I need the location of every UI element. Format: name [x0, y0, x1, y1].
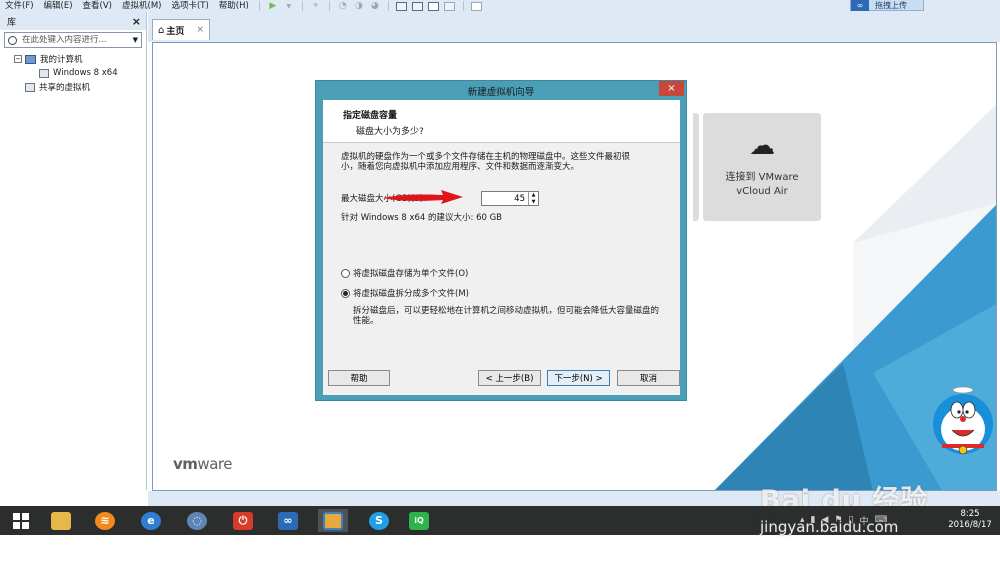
split-files-note: 拆分磁盘后，可以更轻松地在计算机之间移动虚拟机，但可能会降低大容量磁盘的 性能。 — [353, 306, 660, 326]
dialog-titlebar[interactable]: 新建虚拟机向导 × — [316, 81, 686, 100]
library-header: 库 × — [0, 12, 146, 30]
disk-size-stepper[interactable]: ▲ ▼ — [481, 191, 539, 206]
tree-item-windows8[interactable]: Windows 8 x64 — [14, 66, 146, 80]
play-icon[interactable]: ▶ — [267, 1, 279, 11]
cloud-icon: ☁ — [749, 131, 775, 161]
library-view-icon[interactable] — [396, 1, 408, 11]
snapshot-revert-icon[interactable]: ◑ — [353, 1, 365, 11]
radio-split-files[interactable]: 将虚拟磁盘拆分成多个文件(M) — [341, 287, 469, 299]
stepper-down-icon[interactable]: ▼ — [529, 199, 538, 206]
send-keys-icon[interactable]: ⌖ — [310, 1, 322, 11]
unity-icon[interactable] — [444, 1, 456, 11]
tree-item-my-computer[interactable]: − 我的计算机 — [14, 52, 146, 66]
clock-date: 2016/8/17 — [948, 520, 992, 530]
toolbar-separator — [387, 1, 389, 11]
toolbar-separator — [258, 1, 260, 11]
menu-file[interactable]: 文件(F) — [0, 0, 39, 12]
tab-home[interactable]: ⌂ 主页 × — [152, 19, 210, 40]
red-arrow-annotation-icon — [383, 190, 463, 204]
upload-app-taskbar-icon[interactable]: ∞ — [273, 509, 303, 532]
menu-tabs[interactable]: 选项卡(T) — [166, 0, 213, 12]
power-app-icon[interactable]: ⏻ — [228, 509, 258, 532]
radio-single-file[interactable]: 将虚拟磁盘存储为单个文件(O) — [341, 267, 468, 279]
tree-item-label: 我的计算机 — [40, 55, 83, 65]
next-button[interactable]: 下一步(N) > — [547, 370, 610, 386]
shared-vm-icon — [25, 82, 35, 92]
help-button[interactable]: 帮助 — [328, 370, 390, 386]
browser-icon[interactable]: e — [136, 509, 166, 532]
snapshot-manager-icon[interactable]: ◕ — [369, 1, 381, 11]
vmware-logo: vmware — [173, 455, 232, 473]
menu-help[interactable]: 帮助(H) — [214, 0, 254, 12]
wifi-app-icon[interactable]: ≋ — [90, 509, 120, 532]
tab-close-button[interactable]: × — [196, 25, 204, 35]
library-tree: − 我的计算机 Windows 8 x64 共享的虚拟机 — [0, 52, 146, 94]
library-close-button[interactable]: × — [132, 15, 141, 28]
disk-size-input[interactable] — [482, 192, 528, 205]
recommended-size-text: 针对 Windows 8 x64 的建议大小: 60 GB — [341, 213, 503, 223]
upload-app-icon: ∞ — [851, 0, 869, 11]
vcloud-label-line1: 连接到 VMware — [725, 172, 799, 183]
toolbar-separator — [328, 1, 330, 11]
fullscreen-icon[interactable] — [428, 1, 440, 11]
dialog-title: 新建虚拟机向导 — [467, 86, 535, 98]
taskbar-clock[interactable]: 8:25 2016/8/17 — [944, 509, 996, 531]
back-button[interactable]: < 上一步(B) — [478, 370, 541, 386]
doraemon-mascot-icon — [933, 386, 993, 455]
toolbar-separator — [301, 1, 303, 11]
dialog-button-row: 帮助 < 上一步(B) 下一步(N) > 取消 — [323, 370, 680, 395]
windows-start-icon[interactable] — [6, 509, 36, 532]
chevron-down-icon[interactable]: ▼ — [133, 36, 138, 44]
search-icon — [8, 35, 17, 45]
baidu-watermark-url: jingyan.baidu.com — [760, 518, 899, 536]
new-vm-wizard-dialog: 新建虚拟机向导 × 指定磁盘容量 磁盘大小为多少? 虚拟机的硬盘作为一个或多个文… — [315, 80, 687, 401]
toolbar-separator — [462, 1, 464, 11]
screen: { "menubar": { "items": ["文件(F)", "编辑(E)… — [0, 0, 1000, 562]
vm-icon — [39, 68, 49, 78]
cancel-button[interactable]: 取消 — [617, 370, 680, 386]
radio-unchecked-icon[interactable] — [341, 268, 350, 278]
home-icon: ⌂ — [158, 24, 165, 36]
tab-bar: ⌂ 主页 × — [148, 12, 1000, 42]
dialog-header: 指定磁盘容量 磁盘大小为多少? — [323, 100, 680, 143]
menu-edit[interactable]: 编辑(E) — [39, 0, 78, 12]
library-panel: 库 × ▼ − 我的计算机 Windows 8 x64 共享的虚拟机 — [0, 12, 147, 490]
vmware-taskbar-icon[interactable] — [318, 509, 348, 532]
radio-checked-icon[interactable] — [341, 288, 350, 298]
dialog-subheading: 磁盘大小为多少? — [356, 127, 424, 137]
dialog-heading: 指定磁盘容量 — [343, 111, 398, 121]
tree-item-label: Windows 8 x64 — [53, 68, 118, 78]
computer-icon — [25, 54, 36, 64]
file-explorer-icon[interactable] — [46, 509, 76, 532]
dialog-close-button[interactable]: × — [659, 81, 684, 96]
browser-alt-icon[interactable]: ◌ — [182, 509, 212, 532]
radio-single-file-label: 将虚拟磁盘存储为单个文件(O) — [353, 269, 469, 279]
create-vm-card-edge — [693, 113, 699, 221]
menu-view[interactable]: 查看(V) — [78, 0, 117, 12]
collapse-icon[interactable]: − — [14, 55, 22, 63]
snapshot-icon[interactable]: ◔ — [337, 1, 349, 11]
dialog-body: 指定磁盘容量 磁盘大小为多少? 虚拟机的硬盘作为一个或多个文件存储在主机的物理磁… — [323, 100, 680, 395]
chevron-down-icon[interactable]: ▼ — [283, 1, 295, 11]
clock-time: 8:25 — [960, 509, 980, 519]
dialog-description: 虚拟机的硬盘作为一个或多个文件存储在主机的物理磁盘中。这些文件最初很 小，随着您… — [341, 152, 631, 172]
library-search-box[interactable]: ▼ — [4, 32, 142, 48]
upload-label: 拖拽上传 — [875, 0, 907, 10]
menu-vm[interactable]: 虚拟机(M) — [117, 0, 166, 12]
tab-home-label: 主页 — [166, 26, 185, 37]
iqiyi-icon[interactable]: iQ — [404, 509, 434, 532]
library-title: 库 — [7, 17, 17, 28]
radio-split-files-label: 将虚拟磁盘拆分成多个文件(M) — [353, 289, 469, 299]
drag-upload-button[interactable]: ∞ 拖拽上传 — [850, 0, 924, 11]
connect-vcloud-card[interactable]: ☁ 连接到 VMware vCloud Air — [703, 113, 821, 221]
console-view-icon[interactable] — [471, 1, 483, 11]
vcloud-label-line2: vCloud Air — [736, 186, 788, 197]
skype-icon[interactable]: S — [364, 509, 394, 532]
tree-item-shared-vms[interactable]: 共享的虚拟机 — [14, 80, 146, 94]
search-input[interactable] — [22, 35, 122, 45]
tree-item-label: 共享的虚拟机 — [39, 83, 91, 93]
thumbnail-view-icon[interactable] — [412, 1, 424, 11]
